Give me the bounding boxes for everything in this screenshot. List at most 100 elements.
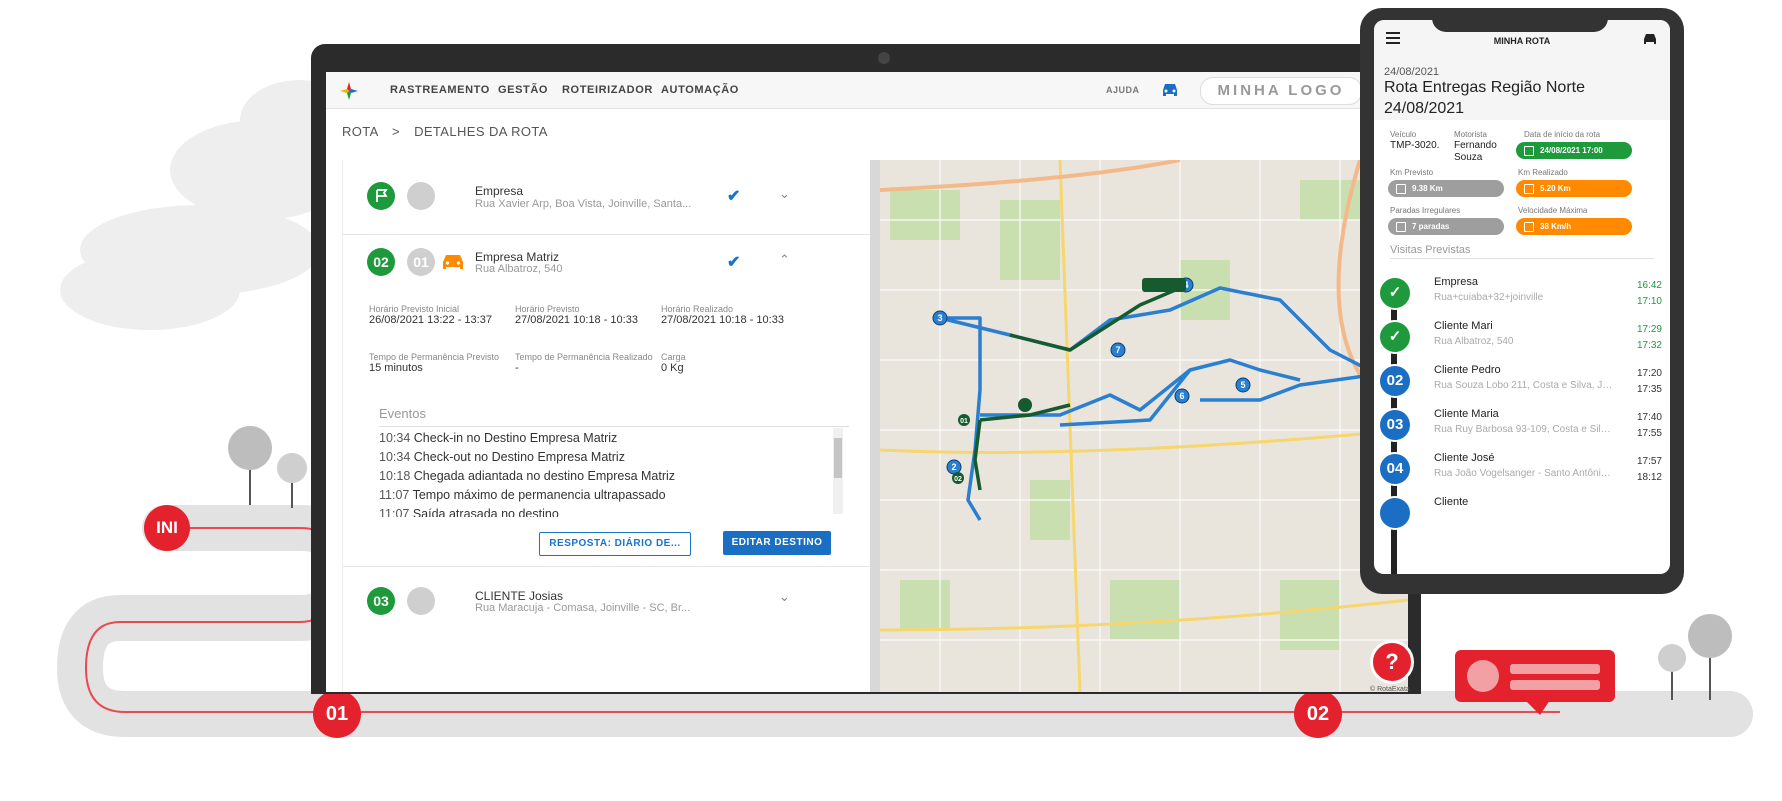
panel-divider[interactable] [870, 160, 880, 692]
destination-title: CLIENTE Josias [475, 589, 564, 603]
road-marker-01: 01 [313, 690, 361, 738]
calendar-icon [1396, 222, 1406, 232]
visit-item[interactable]: 04 Cliente José Rua João Vogelsanger - S… [1374, 446, 1670, 496]
check-icon: ✓ [1378, 276, 1412, 310]
route-header: 24/08/2021 Rota Entregas Região Norte 24… [1374, 62, 1670, 120]
map-attribution: © RotaExata [1370, 686, 1410, 693]
visit-time-planned: 17:20 [1636, 368, 1662, 379]
detail-label: Horário Previsto Inicial [369, 304, 460, 314]
breadcrumb-current: DETALHES DA ROTA [414, 124, 548, 139]
visit-name: Cliente Mari [1434, 320, 1493, 332]
car-icon [443, 255, 463, 269]
visit-number-badge: 04 [1378, 452, 1412, 486]
irregular-stops-pill: 7 paradas [1388, 218, 1504, 235]
event-item: 10:34 Check-out no Destino Empresa Matri… [379, 450, 625, 464]
road-start-marker: INI [144, 505, 190, 551]
svg-text:7: 7 [1115, 345, 1120, 355]
road-marker-02: 02 [1294, 690, 1342, 738]
help-button[interactable]: ? [1370, 640, 1414, 684]
laptop-screen: RASTREAMENTO GESTÃO ROTEIRIZADOR AUTOMAÇ… [326, 72, 1408, 692]
reply-button[interactable]: RESPOSTA: DIÁRIO DE... [539, 532, 691, 556]
destination-row-1[interactable]: Empresa Rua Xavier Arp, Boa Vista, Joinv… [343, 160, 871, 235]
visit-number-badge: 03 [1378, 408, 1412, 442]
svg-text:2: 2 [951, 462, 956, 472]
check-icon: ✔ [727, 188, 741, 205]
destination-row-3[interactable]: 03 CLIENTE Josias Rua Maracuja - Comasa,… [343, 566, 871, 637]
events-scrollbar[interactable] [833, 428, 843, 514]
detail-value: 0 Kg [661, 362, 684, 374]
svg-text:02: 02 [954, 476, 962, 483]
detail-value: 26/08/2021 13:22 - 13:37 [369, 314, 492, 326]
destination-address: Rua Maracuja - Comasa, Joinville - SC, B… [475, 602, 691, 614]
calendar-icon [1396, 184, 1406, 194]
visits-divider [1390, 258, 1654, 259]
visit-name: Cliente José [1434, 452, 1495, 464]
chevron-up-icon[interactable]: ⌃ [779, 252, 790, 268]
visit-number-badge: 02 [1378, 364, 1412, 398]
svg-text:3: 3 [937, 313, 942, 323]
svg-text:5: 5 [1240, 380, 1245, 390]
nav-automacao[interactable]: AUTOMAÇÃO [661, 72, 739, 108]
visit-item[interactable]: 02 Cliente Pedro Rua Souza Lobo 211, Cos… [1374, 358, 1670, 408]
destination-number-badge: 02 [367, 248, 395, 276]
vehicle-icon[interactable] [1160, 81, 1180, 99]
visit-address: Rua Ruy Barbosa 93-109, Costa e Silva,..… [1434, 424, 1614, 435]
visit-address: Rua João Vogelsanger - Santo Antônio,... [1434, 468, 1614, 479]
laptop-camera [878, 52, 890, 64]
route-map[interactable]: 3 4 7 5 6 2 01 02 [880, 160, 1408, 692]
company-logo: MINHA LOGO [1200, 77, 1362, 105]
nav-rastreamento[interactable]: RASTREAMENTO [390, 72, 490, 108]
destination-title: Empresa [475, 184, 524, 198]
visit-name: Cliente [1434, 496, 1469, 508]
nav-gestao[interactable]: GESTÃO [498, 72, 548, 108]
visit-time-done: 17:35 [1636, 384, 1662, 395]
event-item: 10:18 Chegada adiantada no destino Empre… [379, 469, 676, 483]
status-dot [407, 587, 435, 615]
visit-name: Empresa [1434, 276, 1479, 288]
help-link[interactable]: AJUDA [1106, 72, 1140, 108]
detail-label: Tempo de Permanência Realizado [515, 352, 653, 362]
vehicle-label: Veículo [1390, 130, 1417, 139]
visit-address: Rua Albatroz, 540 [1434, 336, 1514, 347]
driver-value: Fernando [1454, 140, 1497, 151]
chevron-down-icon[interactable]: ⌄ [779, 589, 790, 605]
destination-address: Rua Xavier Arp, Boa Vista, Joinville, Sa… [475, 198, 692, 210]
visit-time-planned: 17:57 [1636, 456, 1662, 467]
detail-value: 27/08/2021 10:18 - 10:33 [661, 314, 784, 326]
trees-right [1658, 614, 1732, 700]
detail-label: Tempo de Permanência Previsto [369, 352, 500, 362]
visit-address: Rua Souza Lobo 211, Costa e Silva, Join.… [1434, 380, 1614, 391]
visit-time-planned: 16:42 [1636, 280, 1662, 291]
nav-roteirizador[interactable]: ROTEIRIZADOR [562, 72, 653, 108]
phone-screen: MINHA ROTA 24/08/2021 Rota Entregas Regi… [1374, 20, 1670, 574]
visit-time-done: 17:32 [1636, 340, 1662, 351]
visit-item[interactable]: 03 Cliente Maria Rua Ruy Barbosa 93-109,… [1374, 402, 1670, 452]
breadcrumb-root[interactable]: ROTA [342, 124, 378, 139]
svg-text:01: 01 [960, 418, 968, 425]
check-icon: ✓ [1378, 320, 1412, 354]
app-logo-icon[interactable] [340, 82, 358, 100]
km-planned-pill: 9.38 Km [1388, 180, 1504, 197]
visit-item[interactable]: Cliente [1374, 490, 1670, 540]
events-list[interactable]: 10:34 Check-in no Destino Empresa Matriz… [379, 426, 849, 517]
breadcrumb: ROTA > DETALHES DA ROTA [342, 124, 548, 139]
km-planned-label: Km Previsto [1390, 168, 1434, 177]
visit-item[interactable]: ✓ Empresa Rua+cuiaba+32+joinville 16:42 … [1374, 270, 1670, 320]
start-date-label: Data de início da rota [1524, 130, 1601, 139]
edit-destination-button[interactable]: EDITAR DESTINO [723, 531, 831, 555]
event-item: 10:34 Check-in no Destino Empresa Matriz [379, 431, 618, 445]
vehicle-value: TMP-3020. [1390, 140, 1440, 151]
car-icon[interactable] [1642, 32, 1658, 46]
flag-icon [367, 182, 395, 210]
visits-title: Visitas Previstas [1390, 244, 1471, 256]
route-name: Rota Entregas Região Norte [1384, 79, 1585, 96]
visit-time-done: 18:12 [1636, 472, 1662, 483]
visit-time-done: 17:55 [1636, 428, 1662, 439]
visit-item[interactable]: ✓ Cliente Mari Rua Albatroz, 540 17:29 1… [1374, 314, 1670, 364]
events-title: Eventos [379, 406, 426, 421]
chevron-down-icon[interactable]: ⌄ [779, 186, 790, 202]
max-speed-label: Velocidade Máxima [1518, 206, 1588, 215]
trees-left [228, 426, 307, 508]
km-done-label: Km Realizado [1518, 168, 1568, 177]
check-icon: ✔ [727, 254, 741, 271]
